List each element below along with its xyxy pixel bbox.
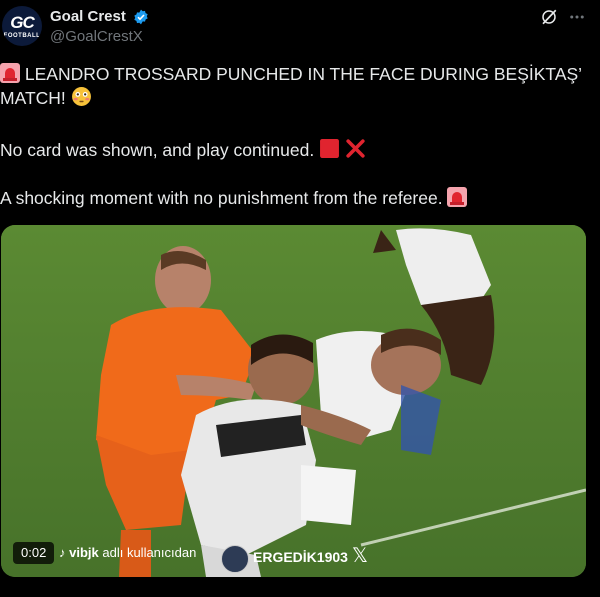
tweet-video[interactable]: 0:02 ♪ vibjk adlı kullanıcıdan ERGEDİK19… xyxy=(1,225,586,577)
tiktok-icon: ♪ xyxy=(59,545,66,560)
video-credit: ♪ vibjk adlı kullanıcıdan xyxy=(59,545,196,560)
tweet-line-3-text: No card was shown, and play continued. xyxy=(0,140,315,160)
tweet-header: GC FOOTBALL Goal Crest @GoalCrestX xyxy=(0,0,600,56)
watermark-text: ERGEDİK1903 xyxy=(253,549,348,565)
video-time: 0:02 xyxy=(21,545,47,560)
tweet-text-line-3: No card was shown, and play continued. xyxy=(0,138,366,162)
red-square-emoji xyxy=(320,139,340,158)
verified-badge-icon xyxy=(134,9,148,25)
cross-mark-emoji xyxy=(346,139,365,158)
watermark-avatar xyxy=(221,545,249,573)
siren-emoji xyxy=(0,63,20,83)
video-watermark: ERGEDİK1903 𝕏 xyxy=(253,541,368,571)
author-name[interactable]: Goal Crest xyxy=(50,8,126,25)
avatar-logo-text: GC xyxy=(10,13,35,32)
tweet-line-1-text: LEANDRO TROSSARD PUNCHED IN THE FACE DUR… xyxy=(24,64,583,84)
author-handle[interactable]: @GoalCrestX xyxy=(50,28,143,45)
tweet-text-line-4: A shocking moment with no punishment fro… xyxy=(0,186,468,210)
author-avatar[interactable]: GC FOOTBALL xyxy=(2,6,42,46)
video-time-badge: 0:02 xyxy=(13,542,55,564)
credit-suffix: adlı kullanıcıdan xyxy=(102,545,197,560)
avatar-logo-subtext: FOOTBALL xyxy=(3,33,41,39)
grok-icon[interactable] xyxy=(540,8,558,26)
tweet-line-4-text: A shocking moment with no punishment fro… xyxy=(0,188,443,208)
tweet-line-2-text: MATCH! xyxy=(0,88,66,108)
tweet-text-line-2: MATCH! xyxy=(0,86,92,110)
x-logo-icon: 𝕏 xyxy=(351,545,368,567)
credit-user: vibjk xyxy=(69,545,99,560)
siren-emoji xyxy=(447,187,468,207)
video-frame xyxy=(1,225,586,577)
flushed-face-emoji xyxy=(71,87,91,106)
tweet-text-line-1: LEANDRO TROSSARD PUNCHED IN THE FACE DUR… xyxy=(0,62,582,86)
more-options-icon[interactable] xyxy=(568,8,586,26)
